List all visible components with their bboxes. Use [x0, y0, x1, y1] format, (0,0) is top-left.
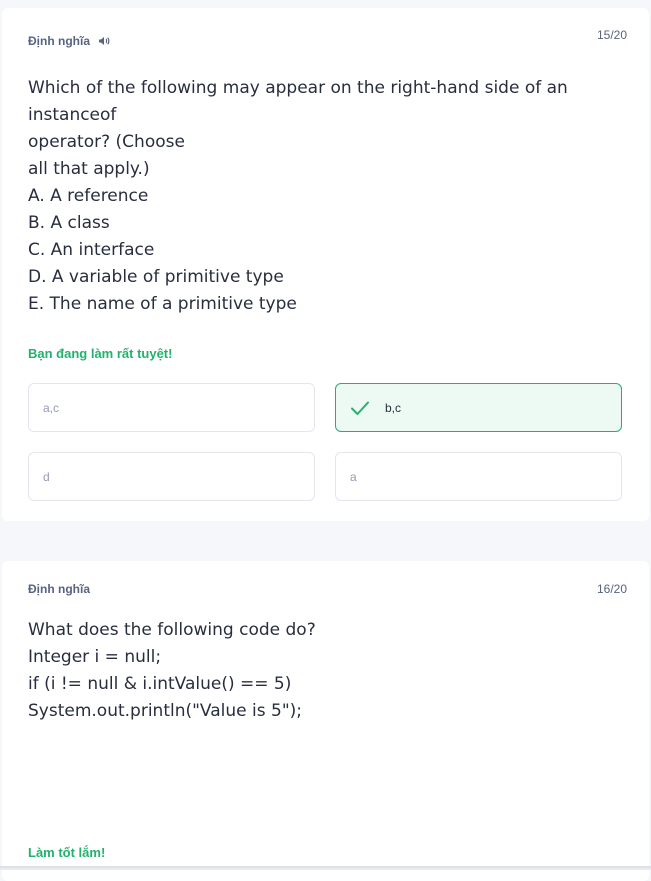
- term-label: Định nghĩa: [28, 34, 110, 48]
- question-line: all that apply.): [28, 159, 150, 179]
- question-line: A. A reference: [28, 186, 149, 206]
- check-icon: [350, 400, 372, 416]
- question-line: D. A variable of primitive type: [28, 267, 284, 287]
- option-label: a,c: [43, 400, 60, 415]
- question-line: if (i != null & i.intValue() == 5): [28, 674, 292, 694]
- flashcard-question-15: Định nghĩa 15/20 Which of the following …: [2, 8, 649, 521]
- question-line: operator? (Choose: [28, 132, 185, 152]
- card-header: Định nghĩa 16/20: [28, 582, 627, 596]
- question-counter: 16/20: [596, 582, 627, 596]
- question-text: What does the following code do? Integer…: [28, 617, 609, 725]
- answer-option-b-c-correct[interactable]: b,c: [335, 383, 622, 432]
- answer-option-d[interactable]: d: [28, 452, 315, 501]
- question-line: Which of the following may appear on the…: [28, 78, 574, 125]
- option-label: b,c: [385, 400, 402, 415]
- question-line: System.out.println("Value is 5");: [28, 701, 303, 721]
- question-line: E. The name of a primitive type: [28, 294, 297, 314]
- question-text: Which of the following may appear on the…: [28, 75, 609, 318]
- option-label: d: [43, 469, 50, 484]
- term-label: Định nghĩa: [28, 582, 90, 596]
- question-counter: 15/20: [596, 28, 627, 42]
- card-header: Định nghĩa 15/20: [28, 28, 627, 48]
- question-line: Integer i = null;: [28, 647, 162, 667]
- speaker-icon[interactable]: [98, 36, 110, 46]
- answer-option-a[interactable]: a: [335, 452, 622, 501]
- answer-option-a-c[interactable]: a,c: [28, 383, 315, 432]
- feedback-message: Làm tốt lắm!: [28, 845, 106, 860]
- term-label-text: Định nghĩa: [28, 582, 90, 596]
- flashcard-question-16: Định nghĩa 16/20 What does the following…: [2, 561, 649, 881]
- option-label: a: [350, 469, 357, 484]
- question-line: What does the following code do?: [28, 620, 316, 640]
- question-line: C. An interface: [28, 240, 155, 260]
- feedback-message: Bạn đang làm rất tuyệt!: [28, 346, 173, 361]
- page-bottom-divider: [0, 866, 651, 870]
- question-line: B. A class: [28, 213, 110, 233]
- term-label-text: Định nghĩa: [28, 34, 90, 48]
